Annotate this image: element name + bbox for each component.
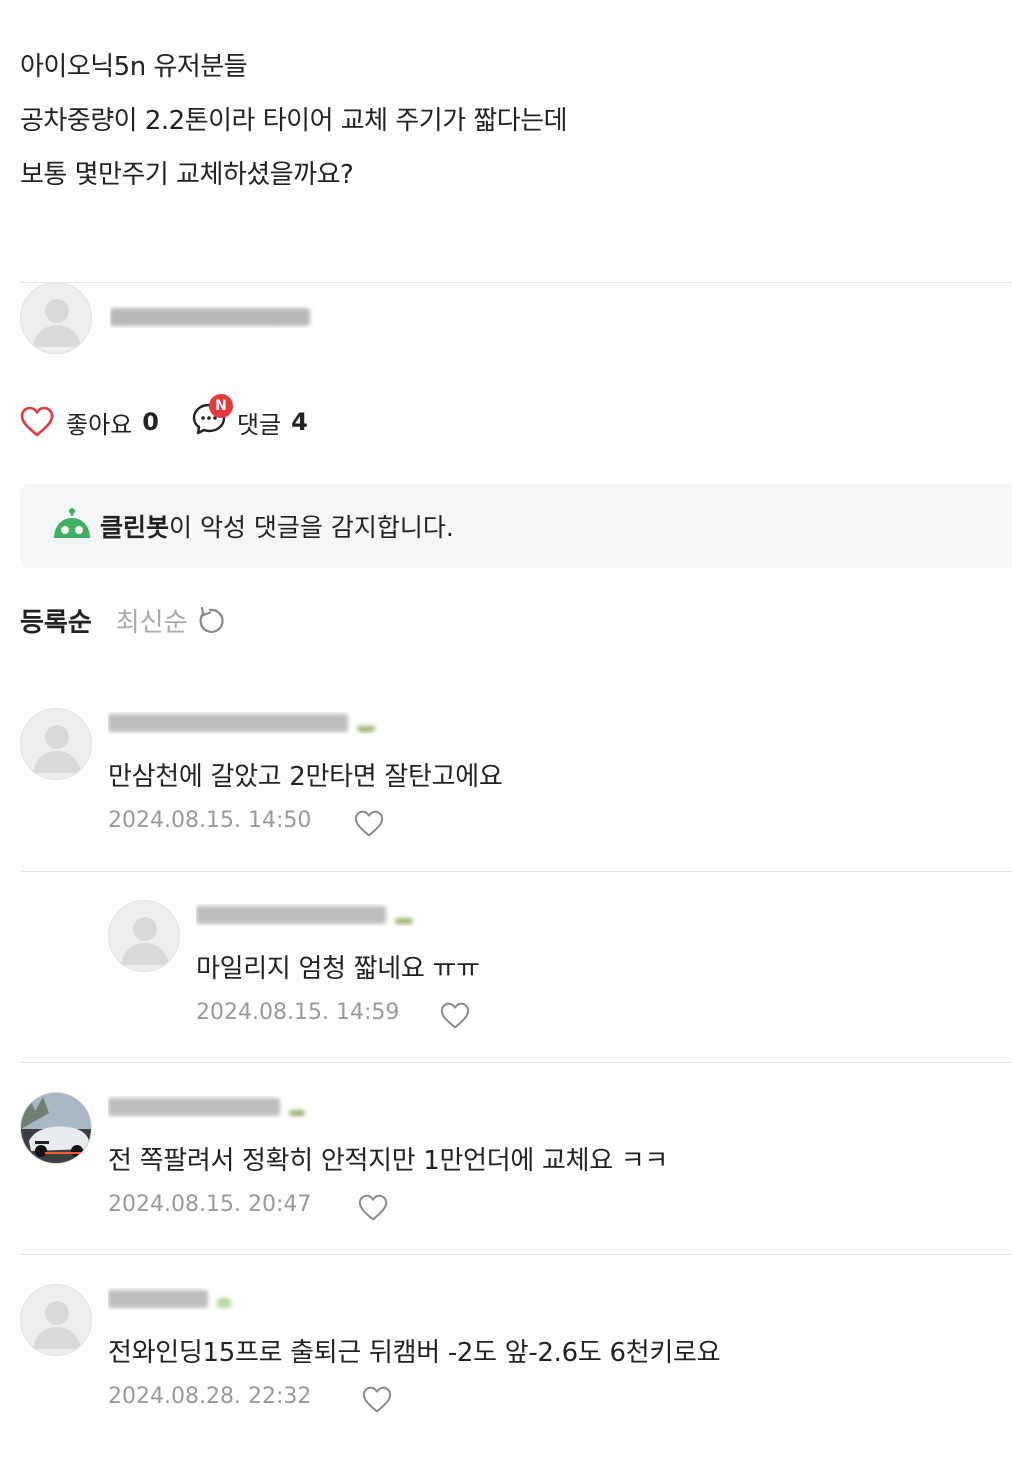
post-line: 보통 몇만주기 교체하셨을까요?: [20, 160, 354, 190]
sort-by-registration[interactable]: 등록순: [20, 602, 92, 639]
comment-text: 전 쪽팔려서 정확히 안적지만 1만언더에 교체요 ㅋㅋ: [108, 1146, 669, 1176]
post-actions: 좋아요 0 N 댓글 4: [20, 394, 340, 442]
comment-like-heart-icon[interactable]: [358, 1194, 388, 1222]
like-count: 0: [142, 408, 159, 436]
like-label: 좋아요: [66, 410, 133, 439]
comment-label: 댓글: [236, 410, 282, 439]
comment-sort: 등록순 최신순: [20, 602, 226, 639]
comment-date: 2024.08.15. 14:59: [196, 1000, 400, 1025]
comment-like-heart-icon[interactable]: [362, 1386, 392, 1414]
commenter-name-redacted: [108, 1096, 308, 1118]
post-line: 공차중량이 2.2톤이라 타이어 교체 주기가 짧다는데: [20, 106, 568, 136]
comment-count: 4: [291, 408, 308, 436]
cleanbot-notice[interactable]: 클린봇 이 악성 댓글을 감지합니다.: [20, 484, 1012, 568]
post-body: 아이오닉5n 유저분들 공차중량이 2.2톤이라 타이어 교체 주기가 짧다는데…: [20, 40, 568, 202]
comment-text: 마일리지 엄청 짧네요 ㅠㅠ: [196, 954, 480, 984]
like-button[interactable]: 좋아요 0: [20, 405, 159, 440]
divider: [20, 282, 1012, 283]
comment-like-heart-icon[interactable]: [354, 810, 384, 838]
sort-by-latest[interactable]: 최신순: [116, 602, 188, 639]
divider: [20, 1254, 1012, 1255]
commenter-avatar-photo[interactable]: [20, 1092, 92, 1164]
divider: [20, 1062, 1012, 1063]
cleanbot-icon: [54, 508, 90, 538]
comment-date: 2024.08.15. 20:47: [108, 1192, 312, 1217]
refresh-icon[interactable]: [194, 605, 226, 637]
heart-icon: [20, 406, 54, 437]
comment-text: 만삼천에 갈았고 2만타면 잘탄고에요: [108, 762, 503, 792]
commenter-avatar[interactable]: [20, 1284, 92, 1356]
commenter-avatar[interactable]: [108, 900, 180, 972]
cleanbot-message: 이 악성 댓글을 감지합니다.: [169, 513, 454, 542]
commenter-name-redacted: [196, 904, 476, 926]
commenter-avatar[interactable]: [20, 708, 92, 780]
new-badge: N: [208, 394, 233, 418]
comment-date: 2024.08.15. 14:50: [108, 808, 312, 833]
commenter-name-redacted: [108, 712, 378, 734]
post-line: 아이오닉5n 유저분들: [20, 52, 248, 82]
cleanbot-name: 클린봇: [100, 513, 170, 542]
comment-date: 2024.08.28. 22:32: [108, 1384, 312, 1409]
divider: [20, 871, 1012, 872]
comment-text: 전와인딩15프로 출퇴근 뒤캠버 -2도 앞-2.6도 6천키로요: [108, 1338, 721, 1368]
comment-icon: N: [191, 394, 233, 442]
author-avatar[interactable]: [20, 282, 92, 354]
comment-like-heart-icon[interactable]: [440, 1002, 470, 1030]
author-name-redacted: [110, 306, 482, 328]
comment-button[interactable]: N 댓글 4: [191, 394, 308, 442]
commenter-name-redacted: [108, 1288, 238, 1310]
